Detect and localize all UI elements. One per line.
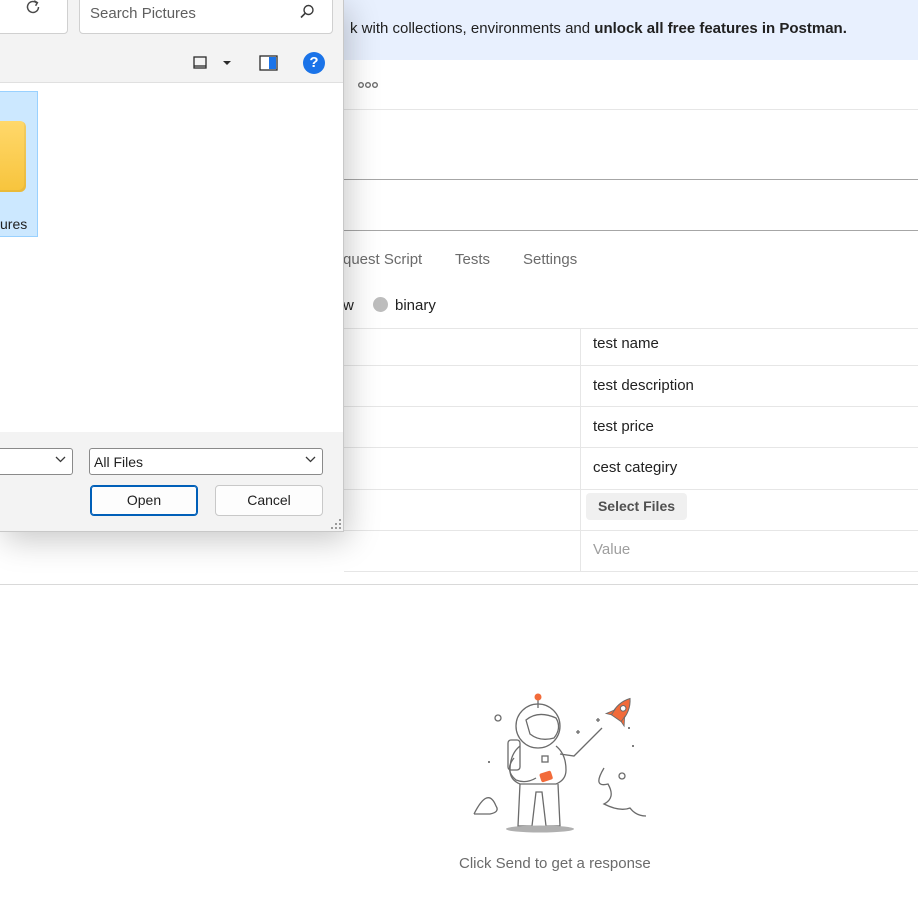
more-horizontal-icon[interactable] [358, 76, 378, 92]
table-column-divider [580, 328, 581, 572]
table-row-divider [344, 530, 918, 531]
resize-grip-icon[interactable] [330, 518, 342, 530]
address-bar-tail[interactable] [0, 0, 68, 34]
more-dots-graphic [358, 82, 378, 88]
file-type-select[interactable]: All Files [89, 448, 323, 475]
search-box[interactable]: Search Pictures [79, 0, 333, 34]
file-type-value: All Files [94, 454, 144, 470]
chevron-down-icon[interactable] [305, 456, 316, 463]
banner-cta[interactable]: unlock all free features in Postman. [594, 20, 847, 37]
open-button[interactable]: Open [90, 485, 198, 516]
tab-tests[interactable]: Tests [455, 251, 490, 268]
binary-label[interactable]: binary [395, 297, 436, 314]
refresh-icon[interactable] [23, 0, 43, 17]
response-divider[interactable] [0, 584, 918, 585]
banner-text-prefix: k with collections, environments and [350, 20, 595, 37]
file-name-combobox[interactable] [0, 448, 73, 475]
chevron-down-icon[interactable] [222, 60, 232, 66]
table-border-bottom [344, 571, 918, 572]
banner-text: k with collections, environments and unl… [350, 20, 847, 37]
preview-pane-icon[interactable] [259, 55, 278, 71]
value-cell-category[interactable]: cest categiry [593, 459, 677, 476]
folder-label: ures [0, 216, 28, 232]
help-icon[interactable]: ? [303, 52, 325, 74]
cancel-button[interactable]: Cancel [215, 485, 323, 516]
value-cell-price[interactable]: test price [593, 418, 654, 435]
table-row-divider [344, 406, 918, 407]
value-cell-description[interactable]: test description [593, 377, 694, 394]
table-border-top [344, 328, 918, 329]
file-open-dialog[interactable]: Search Pictures ? ures All Files Open Ca… [0, 0, 344, 532]
select-files-button[interactable]: Select Files [586, 493, 687, 520]
table-row-divider [344, 489, 918, 490]
view-options-icon[interactable] [192, 55, 208, 71]
astronaut-rocket-illustration [473, 693, 647, 833]
table-row-divider [344, 447, 918, 448]
search-input[interactable]: Search Pictures [90, 5, 196, 22]
tab-pre-request-script[interactable]: quest Script [343, 251, 422, 268]
search-icon[interactable] [298, 3, 316, 21]
chevron-down-icon[interactable] [55, 456, 66, 463]
binary-radio[interactable] [373, 297, 388, 312]
toolbar-divider [344, 109, 918, 110]
file-list-pane[interactable] [0, 83, 343, 432]
folder-icon [0, 121, 26, 192]
response-empty-text: Click Send to get a response [459, 855, 651, 872]
params-divider [344, 230, 918, 231]
tab-settings[interactable]: Settings [523, 251, 577, 268]
url-bar-border-bottom [344, 179, 918, 180]
dialog-footer [0, 432, 343, 531]
value-input-placeholder[interactable]: Value [593, 541, 630, 558]
value-cell-name[interactable]: test name [593, 335, 659, 352]
table-row-divider [344, 365, 918, 366]
body-type-raw-label[interactable]: w [343, 297, 354, 314]
